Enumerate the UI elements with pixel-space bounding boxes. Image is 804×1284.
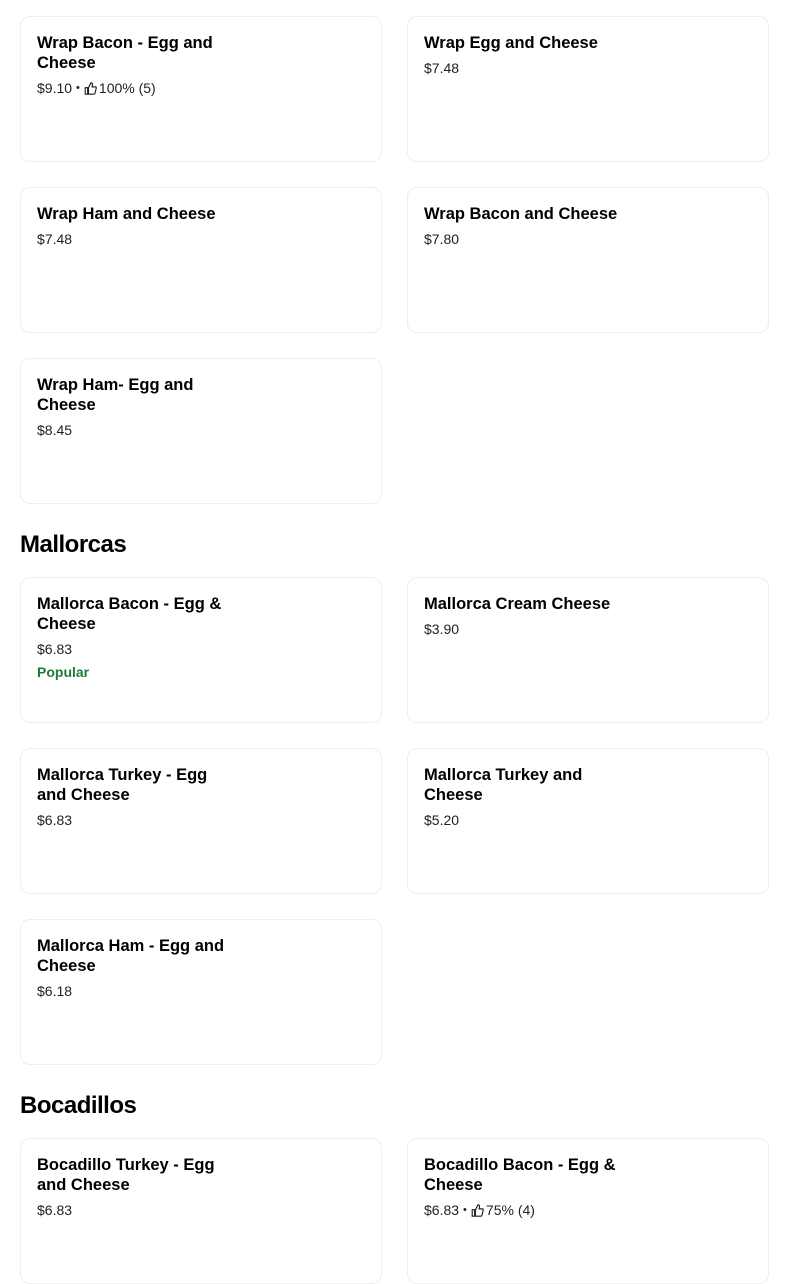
menu-item-card[interactable]: Mallorca Turkey and Cheese $5.20 bbox=[407, 748, 769, 894]
item-name: Mallorca Turkey and Cheese bbox=[424, 766, 583, 804]
item-meta: $6.83 bbox=[37, 1201, 365, 1219]
item-meta: $6.83 • 75% (4) bbox=[424, 1201, 752, 1219]
item-price: $7.48 bbox=[424, 60, 460, 76]
thumbs-up-icon bbox=[471, 1203, 484, 1217]
item-meta: $7.80 bbox=[424, 230, 752, 248]
item-name: Mallorca Turkey - Egg and Cheese bbox=[37, 766, 208, 804]
menu-item-card[interactable]: Mallorca Cream Cheese $3.90 bbox=[407, 577, 769, 723]
item-meta: $6.83 bbox=[37, 640, 365, 658]
item-price: $3.90 bbox=[424, 621, 460, 637]
item-meta: $7.48 bbox=[424, 59, 752, 77]
menu-item-card[interactable]: Wrap Ham and Cheese $7.48 bbox=[20, 187, 382, 333]
item-meta: $6.83 bbox=[37, 811, 365, 829]
separator: • bbox=[463, 1204, 467, 1216]
menu-item-card[interactable]: Mallorca Bacon - Egg & Cheese $6.83 Popu… bbox=[20, 577, 382, 723]
item-price: $9.10 bbox=[37, 80, 73, 96]
separator: • bbox=[76, 82, 80, 94]
item-price: $6.18 bbox=[37, 983, 73, 999]
section-title-bocadillos: Bocadillos bbox=[20, 1092, 137, 1119]
item-meta: $7.48 bbox=[37, 230, 365, 248]
item-name: Bocadillo Turkey - Egg and Cheese bbox=[37, 1156, 215, 1194]
menu-item-card[interactable]: Wrap Ham- Egg and Cheese $8.45 bbox=[20, 358, 382, 504]
item-rating: 100% (5) bbox=[98, 80, 156, 96]
item-price: $6.83 bbox=[37, 1202, 73, 1218]
item-name: Bocadillo Bacon - Egg & Cheese bbox=[424, 1156, 616, 1194]
item-price: $5.20 bbox=[424, 812, 460, 828]
section-title-mallorcas: Mallorcas bbox=[20, 531, 127, 558]
thumbs-up-icon bbox=[84, 81, 97, 95]
item-meta: $3.90 bbox=[424, 620, 752, 638]
item-price: $6.83 bbox=[37, 812, 73, 828]
item-price: $7.80 bbox=[424, 231, 460, 247]
item-name: Mallorca Cream Cheese bbox=[424, 595, 611, 613]
menu-item-card[interactable]: Wrap Bacon - Egg and Cheese $9.10 • 100%… bbox=[20, 16, 382, 162]
menu-item-card[interactable]: Bocadillo Turkey - Egg and Cheese $6.83 bbox=[20, 1138, 382, 1284]
item-meta: $8.45 bbox=[37, 421, 365, 439]
item-name: Wrap Ham- Egg and Cheese bbox=[37, 376, 194, 414]
item-name: Wrap Bacon - Egg and Cheese bbox=[37, 34, 213, 72]
menu-item-card[interactable]: Mallorca Ham - Egg and Cheese $6.18 bbox=[20, 919, 382, 1065]
item-price: $6.83 bbox=[37, 641, 73, 657]
item-name: Mallorca Bacon - Egg & Cheese bbox=[37, 595, 222, 633]
item-price: $7.48 bbox=[37, 231, 73, 247]
item-name: Wrap Egg and Cheese bbox=[424, 34, 598, 52]
item-name: Wrap Ham and Cheese bbox=[37, 205, 216, 223]
menu-item-card[interactable]: Bocadillo Bacon - Egg & Cheese $6.83 • 7… bbox=[407, 1138, 769, 1284]
menu-item-card[interactable]: Wrap Egg and Cheese $7.48 bbox=[407, 16, 769, 162]
item-price: $8.45 bbox=[37, 422, 73, 438]
item-meta: $9.10 • 100% (5) bbox=[37, 79, 365, 97]
popular-badge: Popular bbox=[37, 664, 90, 680]
item-price: $6.83 bbox=[424, 1202, 460, 1218]
item-meta: $6.18 bbox=[37, 982, 365, 1000]
item-name: Wrap Bacon and Cheese bbox=[424, 205, 618, 223]
menu-item-card[interactable]: Wrap Bacon and Cheese $7.80 bbox=[407, 187, 769, 333]
item-rating: 75% (4) bbox=[485, 1202, 535, 1218]
item-meta: $5.20 bbox=[424, 811, 752, 829]
menu-item-card[interactable]: Mallorca Turkey - Egg and Cheese $6.83 bbox=[20, 748, 382, 894]
item-name: Mallorca Ham - Egg and Cheese bbox=[37, 937, 225, 975]
